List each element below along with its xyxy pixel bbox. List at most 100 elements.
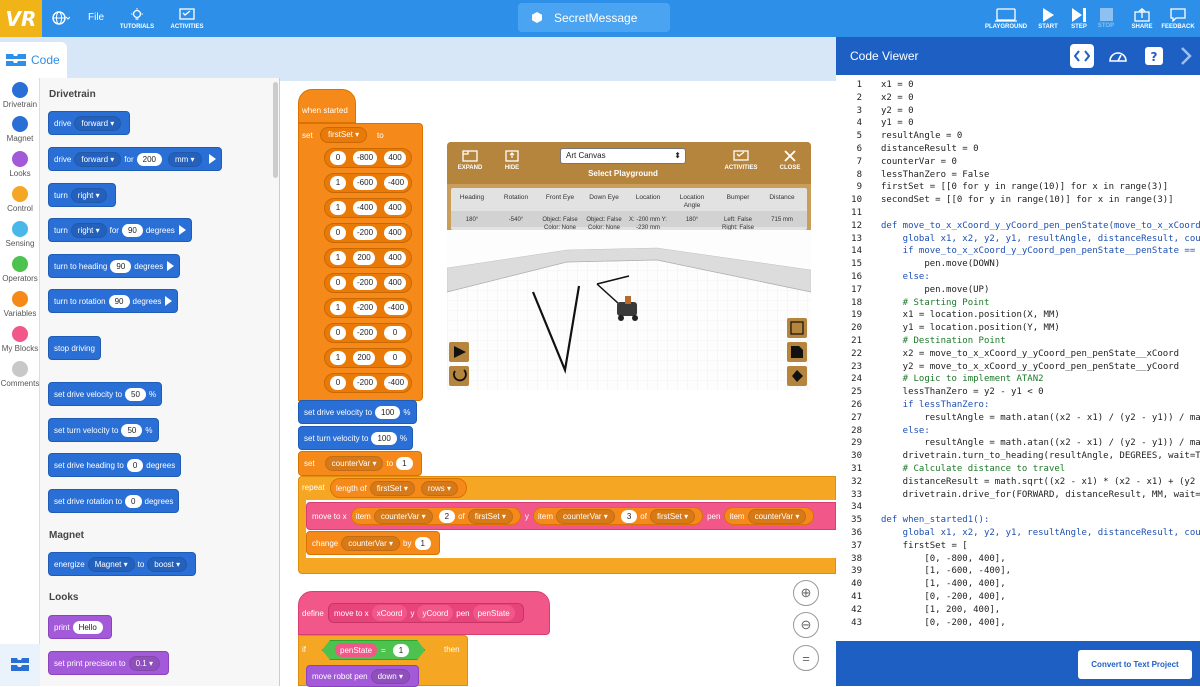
stop-driving-block[interactable]: stop driving [48, 336, 101, 360]
list-row-value[interactable]: 1 [330, 201, 346, 215]
turn-to-rotation-block[interactable]: turn to rotation 90 degrees [48, 289, 179, 313]
list-row-value[interactable]: 1 [330, 176, 346, 190]
category-operators[interactable]: Operators [0, 256, 40, 283]
list-row-value[interactable]: -400 [384, 376, 409, 390]
list-row-value[interactable]: 0 [384, 326, 406, 340]
line-number: 27 [851, 412, 862, 423]
code-language-button[interactable] [1070, 44, 1094, 68]
project-name-field[interactable]: SecretMessage [518, 3, 670, 32]
set-turn-velocity-block[interactable]: set turn velocity to 50% [48, 418, 159, 442]
share-button[interactable]: SHARE [1128, 0, 1156, 37]
close-button[interactable]: CLOSE [777, 150, 803, 171]
category-magnet[interactable]: Magnet [0, 116, 40, 143]
item-reporter[interactable]: item counterVar [724, 507, 815, 525]
drive-for-block[interactable]: driveforwardfor200mm [48, 147, 222, 171]
start-button[interactable]: START [1036, 0, 1060, 37]
list-row-value[interactable]: 0 [330, 151, 346, 165]
list-row-value[interactable]: -400 [353, 201, 378, 215]
list-row-value[interactable]: 400 [384, 276, 406, 290]
turn-to-heading-block[interactable]: turn to heading 90 degrees [48, 254, 181, 278]
item-reporter[interactable]: itemcounterVar2offirstSet [350, 507, 521, 525]
category-comments[interactable]: Comments [0, 361, 40, 388]
list-row-value[interactable]: 200 [353, 351, 375, 365]
list-row-value[interactable]: 200 [353, 251, 375, 265]
palette-scrollbar[interactable] [273, 82, 278, 178]
zoom-in-button[interactable]: ⊕ [793, 580, 819, 606]
set-turn-velocity-workspace[interactable]: set turn velocity to 100% [298, 426, 413, 450]
category-variables[interactable]: Variables [0, 291, 40, 318]
line-number: 6 [856, 144, 862, 154]
hide-button[interactable]: HIDE [499, 150, 525, 171]
playground-scene[interactable] [447, 230, 811, 390]
move-to-call-block[interactable]: move to xitemcounterVar2offirstSetyitemc… [306, 502, 836, 530]
firstset-var-dropdown[interactable]: firstSet ▾ [320, 127, 368, 143]
list-row-value[interactable]: 0 [330, 276, 346, 290]
code-listing[interactable]: 1 x1 = 0 2 x2 = 0 3 y2 = 0 4 y1 = 0 5 resultAngle… [836, 75, 1200, 641]
list-row-value[interactable]: -600 [353, 176, 378, 190]
length-of-reporter[interactable]: length offirstSetrows [330, 478, 467, 498]
set-countervar-block[interactable]: setcounterVarto1 [298, 451, 422, 476]
list-row-value[interactable]: -400 [384, 176, 409, 190]
category-sensing[interactable]: Sensing [0, 221, 40, 248]
move-robot-pen-block[interactable]: move robot pen down [306, 665, 419, 687]
set-drive-velocity-block[interactable]: set drive velocity to 50% [48, 382, 163, 406]
turn-block[interactable]: turn right [48, 183, 116, 207]
category-looks[interactable]: Looks [0, 151, 40, 178]
tab-code[interactable]: Code [0, 42, 67, 78]
activities-button[interactable]: ACTIVITIES [165, 0, 209, 37]
category-my-blocks[interactable]: My Blocks [0, 326, 40, 353]
set-drive-velocity-workspace[interactable]: set drive velocity to 100% [298, 400, 417, 424]
list-row-value[interactable]: 0 [384, 351, 406, 365]
list-row-value[interactable]: -200 [353, 276, 378, 290]
start-label: START [1038, 23, 1058, 30]
list-row-value[interactable]: 0 [330, 226, 346, 240]
list-row-value[interactable]: -200 [353, 226, 378, 240]
set-drive-rotation-block[interactable]: set drive rotation to 0 degrees [48, 489, 180, 513]
feedback-button[interactable]: FEEDBACK [1160, 0, 1196, 37]
category-control[interactable]: Control [0, 186, 40, 213]
language-button[interactable] [49, 0, 73, 37]
dashboard-button[interactable] [1106, 44, 1130, 68]
zoom-out-button[interactable]: ⊖ [793, 612, 819, 638]
change-countervar-block[interactable]: changecounterVarby1 [306, 531, 440, 555]
readout-value: -540° [508, 217, 524, 223]
item-reporter[interactable]: itemcounterVar3offirstSet [532, 507, 704, 525]
playground-button[interactable]: PLAYGROUND [981, 0, 1031, 37]
list-row-value[interactable]: 0 [330, 326, 346, 340]
step-button[interactable]: STEP [1067, 0, 1091, 37]
list-row-value[interactable]: -800 [353, 151, 378, 165]
list-row-value[interactable]: -400 [384, 301, 409, 315]
define-prototype[interactable]: move to x xCoord y yCoord pen penState [328, 603, 524, 623]
set-drive-heading-block[interactable]: set drive heading to 0 degrees [48, 453, 182, 477]
list-row-value[interactable]: 400 [384, 151, 406, 165]
list-row-value[interactable]: 400 [384, 226, 406, 240]
playground-select[interactable]: Art Canvas [560, 148, 686, 164]
equals-operator[interactable]: penState = 1 [322, 640, 425, 660]
stop-button[interactable]: STOP [1094, 0, 1118, 37]
list-row-value[interactable]: 1 [330, 351, 346, 365]
list-row-value[interactable]: 400 [384, 251, 406, 265]
drive-block[interactable]: drive forward [48, 111, 131, 135]
list-row-value[interactable]: -200 [353, 326, 378, 340]
list-row-value[interactable]: -200 [353, 376, 378, 390]
collapse-panel-button[interactable] [1174, 44, 1198, 68]
list-row-value[interactable]: -200 [353, 301, 378, 315]
convert-to-text-project-button[interactable]: Convert to Text Project [1078, 650, 1192, 679]
print-precision-block[interactable]: set print precision to 0.1 [48, 651, 169, 675]
block-settings-button[interactable] [0, 644, 40, 686]
list-row-value[interactable]: 1 [330, 301, 346, 315]
category-drivetrain[interactable]: Drivetrain [0, 82, 40, 109]
print-block[interactable]: print Hello [48, 615, 112, 639]
zoom-reset-button[interactable]: = [793, 645, 819, 671]
file-menu[interactable]: File [88, 12, 104, 23]
tutorials-button[interactable]: TUTORIALS [115, 0, 159, 37]
energize-block[interactable]: energizeMagnettoboost [48, 552, 197, 576]
playground-activities-button[interactable]: ACTIVITIES [721, 150, 761, 171]
magnet-heading: Magnet [49, 530, 84, 541]
expand-button[interactable]: EXPAND [455, 150, 485, 171]
turn-for-block[interactable]: turnrightfor90degrees [48, 218, 192, 242]
help-button[interactable]: ? [1142, 44, 1166, 68]
list-row-value[interactable]: 400 [384, 201, 406, 215]
list-row-value[interactable]: 1 [330, 251, 346, 265]
list-row-value[interactable]: 0 [330, 376, 346, 390]
